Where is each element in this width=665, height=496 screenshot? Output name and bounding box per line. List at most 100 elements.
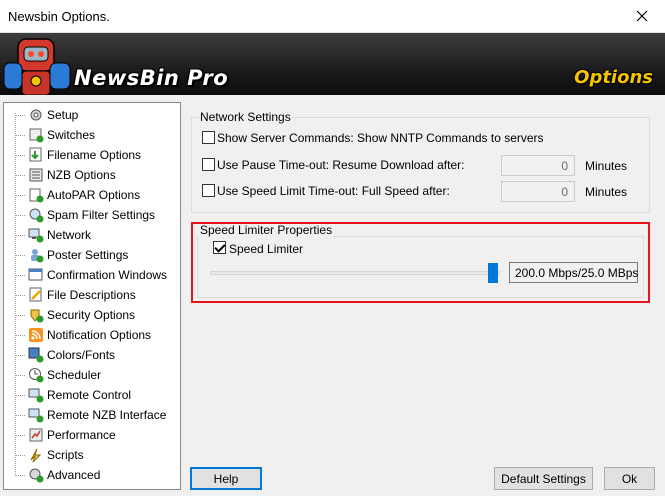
file-description-icon [29,287,42,302]
tree-item-label: AutoPAR Options [47,188,141,202]
tree-item-label: Switches [47,128,96,142]
tree-item-scripts[interactable]: Scripts [4,445,180,465]
default-settings-button[interactable]: Default Settings [494,467,593,490]
title-bar: Newsbin Options. [0,0,665,33]
download-icon [29,147,42,162]
tree-connector [15,375,25,376]
scheduler-icon [29,368,44,383]
advanced-icon [29,468,44,483]
tree-item-colors-fonts[interactable]: Colors/Fonts [4,345,180,365]
brand-title: NewsBin Pro [74,66,229,90]
tree-item-setup[interactable]: Setup [4,105,180,125]
tree-item-label: Remote Control [47,388,132,402]
tree-item-label: Remote NZB Interface [47,408,167,422]
scripts-icon [30,448,42,463]
switches-icon [29,128,44,143]
tree-item-performance[interactable]: Performance [4,425,180,445]
tree-item-spam-filter-settings[interactable]: Spam Filter Settings [4,205,180,225]
tree-connector [15,355,25,356]
show-server-commands-label: Show Server Commands: Show NNTP Commands… [217,131,544,145]
tree-item-label: NZB Options [47,168,116,182]
options-banner: NewsBin Pro Options [0,33,665,95]
tree-item-label: Spam Filter Settings [47,208,156,222]
remote-control-icon [28,388,44,403]
security-icon [30,309,44,323]
colors-icon [28,347,44,363]
tree-item-label: Scripts [47,448,84,462]
tree-item-file-descriptions[interactable]: File Descriptions [4,285,180,305]
tree-item-filename-options[interactable]: Filename Options [4,145,180,165]
performance-icon [29,428,43,442]
tree-item-label: Filename Options [47,148,142,162]
robot-mascot-logo [3,38,71,95]
tree-connector [15,115,25,116]
speed-limit-timeout-minutes-input[interactable]: 0 [501,181,575,202]
remote-nzb-icon [28,408,44,423]
tree-item-switches[interactable]: Switches [4,125,180,145]
tree-item-label: Notification Options [47,328,152,342]
network-settings-title: Network Settings [199,110,292,124]
tree-connector [15,315,25,316]
tree-connector [15,235,25,236]
tree-connector [15,175,25,176]
tree-item-poster-settings[interactable]: Poster Settings [4,245,180,265]
tree-item-label: Network [46,228,93,242]
tree-connector [15,475,25,476]
speed-limit-timeout-label: Use Speed Limit Time-out: Full Speed aft… [217,184,450,198]
tree-item-security-options[interactable]: Security Options [4,305,180,325]
tree-item-label: Scheduler [47,368,102,382]
tree-item-label: Setup [47,108,79,122]
tree-item-label: Security Options [47,308,136,322]
tree-connector [15,215,25,216]
spam-filter-icon [29,208,44,223]
poster-icon [31,249,44,263]
tree-item-scheduler[interactable]: Scheduler [4,365,180,385]
tree-item-advanced[interactable]: Advanced [4,465,180,485]
tree-connector [15,135,25,136]
pause-timeout-checkbox[interactable] [202,158,215,171]
show-server-commands-checkbox[interactable] [202,131,215,144]
autopar-icon [29,188,44,203]
close-button[interactable] [619,0,665,32]
tree-item-label: Advanced [47,468,101,482]
tree-connector [15,155,25,156]
tree-item-label: Poster Settings [47,248,129,262]
pause-timeout-minutes-input[interactable]: 0 [501,155,575,176]
tree-connector [15,415,25,416]
tree-item-notification-options[interactable]: Notification Options [4,325,180,345]
pause-timeout-label: Use Pause Time-out: Resume Download afte… [217,158,465,172]
speed-limit-timeout-unit: Minutes [585,185,628,199]
tree-connector [15,275,25,276]
tree-item-label: File Descriptions [47,288,136,302]
tree-item-network[interactable]: Network [4,225,180,245]
tree-connector [15,395,25,396]
gear-icon [30,109,42,121]
tree-connector [15,455,25,456]
close-icon [636,10,648,22]
tree-connector [15,295,25,296]
options-tree[interactable]: Setup Switches Filename Options NZB Options… [3,102,181,490]
confirmation-icon [28,268,43,281]
tree-item-label: Confirmation Windows [47,268,168,282]
window-title: Newsbin Options. [8,9,110,24]
red-highlight-annotation [191,222,650,303]
tree-item-nzb-options[interactable]: NZB Options [4,165,180,185]
help-button[interactable]: Help [190,467,262,490]
tree-item-autopar-options[interactable]: AutoPAR Options [4,185,180,205]
network-icon [28,228,44,243]
tree-connector [15,255,25,256]
tree-item-remote-control[interactable]: Remote Control [4,385,180,405]
pause-timeout-unit: Minutes [585,159,628,173]
banner-section-title: Options [574,67,653,88]
tree-connector [15,195,25,196]
speed-limit-timeout-checkbox[interactable] [202,184,215,197]
tree-item-label: Performance [47,428,116,442]
tree-connector [15,435,25,436]
tree-item-remote-nzb-interface[interactable]: Remote NZB Interface [4,405,180,425]
ok-button[interactable]: Ok [604,467,655,490]
tree-item-label: Colors/Fonts [47,348,116,362]
rss-icon [29,328,43,342]
nzb-icon [29,168,43,182]
tree-item-confirmation-windows[interactable]: Confirmation Windows [4,265,180,285]
tree-connector [15,335,25,336]
